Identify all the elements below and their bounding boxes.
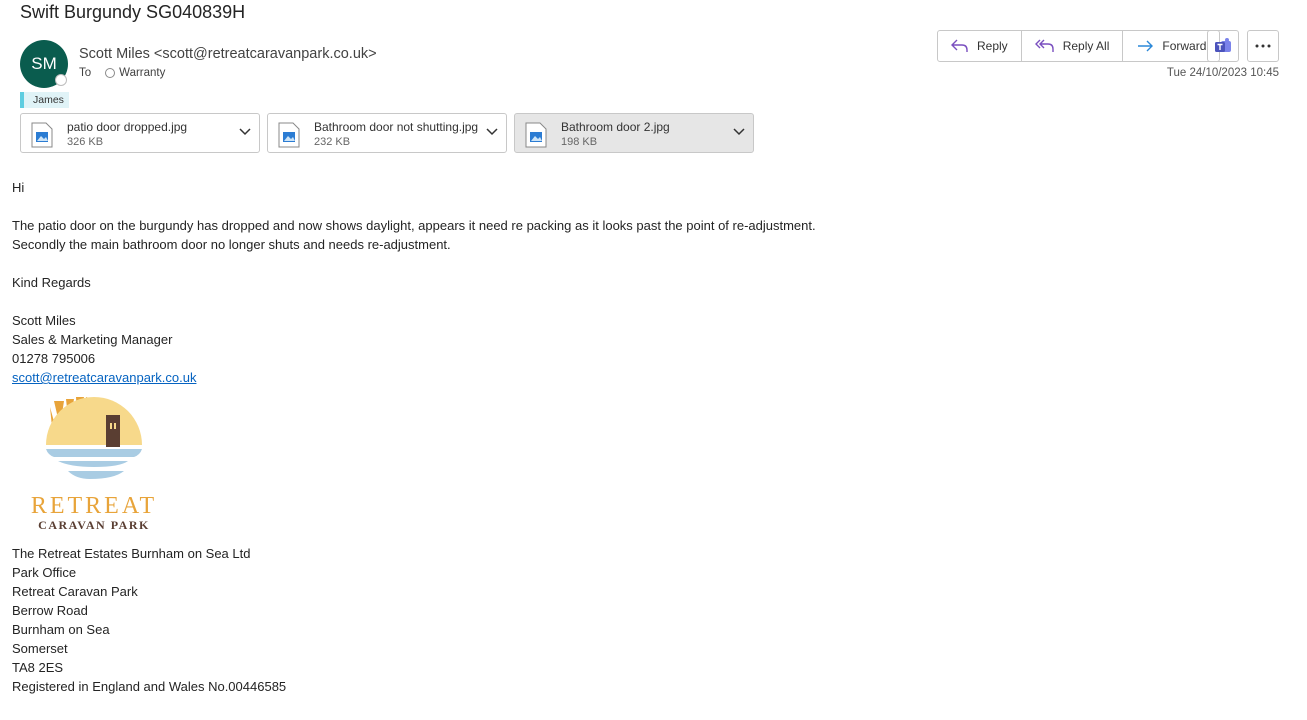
attachment-name: patio door dropped.jpg (67, 120, 188, 134)
recipient-line: To Warranty (79, 67, 165, 79)
body-line: The patio door on the burgundy has dropp… (12, 218, 816, 233)
message-actions: Reply Reply All Forward (937, 30, 1221, 62)
forward-button[interactable]: Forward (1123, 31, 1219, 61)
address-line: Park Office (12, 565, 77, 580)
greeting: Hi (12, 180, 25, 195)
logo-wordmark: RETREAT (31, 493, 157, 519)
retreat-logo: RETREAT CARAVAN PARK (31, 397, 157, 532)
email-subject: Swift Burgundy SG040839H (20, 2, 246, 22)
attachment-size: 232 KB (314, 136, 351, 148)
attachment-name: Bathroom door not shutting.jpg (314, 120, 479, 134)
forward-label: Forward (1162, 39, 1207, 53)
more-icon (1255, 44, 1271, 48)
signature-phone: 01278 795006 (12, 351, 96, 366)
chevron-down-icon[interactable] (486, 128, 498, 136)
signature-name: Scott Miles (12, 313, 76, 328)
attachment-card[interactable]: Bathroom door 2.jpg 198 KB (514, 113, 754, 153)
more-options-button[interactable] (1247, 30, 1279, 62)
attachment-size: 326 KB (67, 136, 104, 148)
presence-status-icon (55, 74, 67, 86)
address-line: Retreat Caravan Park (12, 584, 138, 599)
chevron-down-icon[interactable] (733, 128, 745, 136)
sender-name[interactable]: Scott Miles <scott@retreatcaravanpark.co… (79, 46, 377, 62)
address-line: Burnham on Sea (12, 622, 110, 637)
attachment-name: Bathroom door 2.jpg (561, 120, 670, 134)
teams-icon (1215, 38, 1231, 52)
address-line: Berrow Road (12, 603, 88, 618)
recipient-name[interactable]: Warranty (119, 67, 165, 79)
reply-label: Reply (977, 39, 1008, 53)
attachment-card[interactable]: patio door dropped.jpg 326 KB (20, 113, 260, 153)
reply-button[interactable]: Reply (938, 31, 1022, 61)
image-file-icon (278, 122, 300, 148)
address-line: Somerset (12, 641, 68, 656)
reply-all-button[interactable]: Reply All (1022, 31, 1124, 61)
received-date: Tue 24/10/2023 10:45 (1166, 67, 1279, 79)
chevron-down-icon[interactable] (239, 128, 251, 136)
to-label: To (79, 67, 92, 79)
recipient-presence-icon (105, 68, 116, 78)
address-line: Registered in England and Wales No.00446… (12, 679, 287, 694)
attachment-size: 198 KB (561, 136, 598, 148)
forward-icon (1138, 40, 1154, 52)
attachment-card[interactable]: Bathroom door not shutting.jpg 232 KB (267, 113, 507, 153)
signature-email-link[interactable]: scott@retreatcaravanpark.co.uk (12, 370, 196, 385)
message-body: Hi The patio door on the burgundy has dr… (12, 178, 816, 696)
logo-subtext: CARAVAN PARK (38, 518, 150, 532)
signature-title: Sales & Marketing Manager (12, 332, 173, 347)
reply-all-icon (1034, 39, 1054, 52)
reply-icon (951, 39, 968, 52)
body-line: Secondly the main bathroom door no longe… (12, 237, 451, 252)
reply-all-label: Reply All (1062, 39, 1110, 53)
address-line: The Retreat Estates Burnham on Sea Ltd (12, 546, 251, 561)
image-file-icon (31, 122, 53, 148)
avatar-initials: SM (31, 54, 57, 73)
image-file-icon (525, 122, 547, 148)
category-tag[interactable]: James (20, 92, 69, 108)
signoff: Kind Regards (12, 275, 91, 290)
address-line: TA8 2ES (12, 660, 64, 675)
teams-button[interactable] (1207, 30, 1239, 62)
